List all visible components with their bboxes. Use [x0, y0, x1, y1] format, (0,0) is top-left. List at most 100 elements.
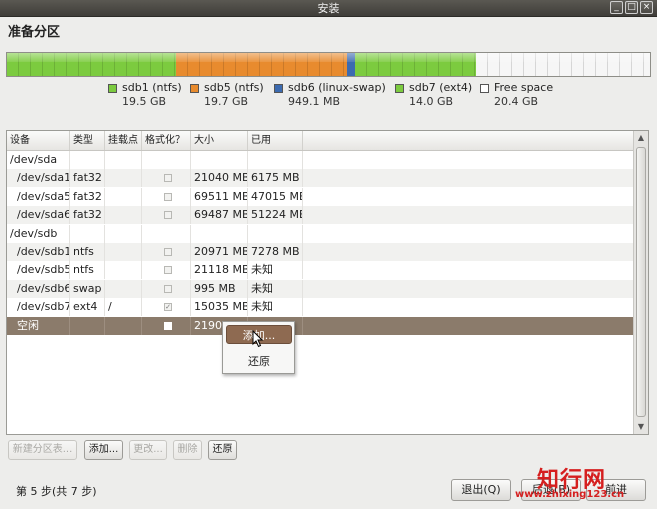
table-row[interactable]: /dev/sdb5 ntfs 21118 MB 未知 — [7, 261, 633, 280]
window-title: 安装 — [317, 2, 340, 15]
cell-used: 未知 — [248, 298, 303, 317]
table-row[interactable]: /dev/sdb1 ntfs 20971 MB 7278 MB — [7, 243, 633, 261]
scroll-up-icon[interactable]: ▲ — [634, 131, 648, 145]
cell-type — [70, 316, 105, 335]
cell-device: /dev/sdb5 — [7, 261, 70, 280]
cell-mount — [105, 151, 142, 169]
table-row[interactable]: /dev/sda6 fat32 69487 MB 51224 MB — [7, 206, 633, 225]
cell-mount: / — [105, 298, 142, 317]
cell-size: 15035 MB — [191, 298, 248, 317]
cell-device: /dev/sda5 — [7, 187, 70, 206]
close-icon[interactable]: × — [640, 1, 653, 14]
new-partition-table-button[interactable]: 新建分区表... — [8, 440, 77, 460]
table-row[interactable]: 空闲 21903 — [7, 316, 633, 335]
format-checkbox[interactable] — [164, 192, 172, 201]
legend-label: Free space — [494, 81, 554, 94]
cell-size — [191, 224, 248, 243]
cell-mount — [105, 243, 142, 261]
mouse-pointer-icon — [252, 330, 264, 348]
cell-used — [248, 224, 303, 243]
watermark: 知行网 www.zhixing123.cn — [515, 462, 657, 509]
window-titlebar[interactable]: 安装 _ □ × — [0, 0, 657, 17]
table-row[interactable]: /dev/sda1 fat32 21040 MB 6175 MB — [7, 169, 633, 188]
format-cell — [142, 261, 191, 280]
cell-device: /dev/sdb1 — [7, 243, 70, 261]
partition-segment-sdb6 — [346, 53, 356, 76]
cell-device: /dev/sdb — [7, 224, 70, 243]
cell-used: 未知 — [248, 261, 303, 280]
cell-type: ntfs — [70, 261, 105, 280]
step-indicator: 第 5 步(共 7 步) — [16, 485, 97, 498]
legend-size: 20.4 GB — [494, 95, 539, 108]
legend-size: 19.7 GB — [204, 95, 249, 108]
cell-used: 未知 — [248, 279, 303, 298]
scroll-down-icon[interactable]: ▼ — [634, 420, 648, 434]
revert-button[interactable]: 还原 — [208, 440, 237, 460]
format-checkbox[interactable] — [164, 248, 172, 256]
cell-type: fat32 — [70, 169, 105, 188]
format-checkbox[interactable]: ✓ — [164, 303, 172, 312]
context-menu-revert[interactable]: 还原 — [226, 352, 292, 371]
table-row[interactable]: /dev/sdb — [7, 224, 633, 243]
legend-label: sdb7 (ext4) — [409, 81, 473, 94]
partition-segment-sdb5 — [176, 53, 348, 76]
quit-button[interactable]: 退出(Q) — [451, 479, 511, 501]
cell-type: swap — [70, 279, 105, 298]
cell-mount — [105, 279, 142, 298]
cell-device: /dev/sda — [7, 151, 70, 169]
table-row[interactable]: /dev/sda — [7, 151, 633, 169]
legend-swatch — [108, 84, 117, 93]
delete-partition-button[interactable]: 删除 — [173, 440, 202, 460]
window-controls: _ □ × — [610, 1, 653, 14]
cell-device: /dev/sda1 — [7, 169, 70, 188]
cell-size: 21118 MB — [191, 261, 248, 280]
cell-mount — [105, 169, 142, 188]
cell-used: 7278 MB — [248, 243, 303, 261]
table-row[interactable]: /dev/sdb6 swap 995 MB 未知 — [7, 279, 633, 298]
cell-type: ntfs — [70, 243, 105, 261]
cell-size: 69487 MB — [191, 206, 248, 225]
cell-mount — [105, 206, 142, 225]
partition-bar — [6, 52, 651, 77]
format-checkbox[interactable] — [164, 211, 172, 220]
add-partition-button[interactable]: 添加... — [84, 440, 123, 460]
cell-device: /dev/sdb7 — [7, 298, 70, 317]
minimize-icon[interactable]: _ — [610, 1, 623, 14]
partition-segment-sdb1 — [7, 53, 177, 76]
cell-mount — [105, 316, 142, 335]
cell-used: 6175 MB — [248, 169, 303, 188]
table-row[interactable]: /dev/sda5 fat32 69511 MB 47015 MB — [7, 187, 633, 206]
cell-used — [248, 151, 303, 169]
column-header-mount[interactable]: 挂载点 — [105, 131, 142, 150]
column-header-device[interactable]: 设备 — [7, 131, 70, 150]
watermark-url: www.zhixing123.cn — [515, 489, 625, 500]
cell-size: 69511 MB — [191, 187, 248, 206]
format-cell — [142, 279, 191, 298]
legend-label: sdb5 (ntfs) — [204, 81, 264, 94]
partition-legend: sdb1 (ntfs) 19.5 GB sdb5 (ntfs) 19.7 GB sdb6… — [0, 81, 657, 111]
table-header: 设备 类型 挂载点 格式化？ 大小 已用 — [7, 131, 633, 151]
column-header-format[interactable]: 格式化？ — [142, 131, 191, 150]
cell-size: 21040 MB — [191, 169, 248, 188]
format-cell — [142, 169, 191, 188]
legend-size: 14.0 GB — [409, 95, 454, 108]
format-checkbox[interactable] — [164, 266, 172, 275]
column-header-type[interactable]: 类型 — [70, 131, 105, 150]
maximize-icon[interactable]: □ — [625, 1, 638, 14]
cell-type — [70, 224, 105, 243]
format-checkbox[interactable] — [164, 174, 172, 183]
cell-size: 20971 MB — [191, 243, 248, 261]
column-header-size[interactable]: 大小 — [191, 131, 248, 150]
cell-mount — [105, 261, 142, 280]
change-partition-button[interactable]: 更改... — [129, 440, 167, 460]
cell-used: 47015 MB — [248, 187, 303, 206]
column-header-used[interactable]: 已用 — [248, 131, 303, 150]
format-cell — [142, 316, 191, 335]
vertical-scrollbar[interactable]: ▲ ▼ — [633, 131, 648, 434]
scrollbar-thumb[interactable] — [636, 147, 646, 417]
cell-type: fat32 — [70, 187, 105, 206]
format-checkbox[interactable] — [164, 321, 172, 330]
partition-table[interactable]: 设备 类型 挂载点 格式化？ 大小 已用 /dev/sda /dev/sda1 f… — [6, 130, 649, 435]
table-row[interactable]: /dev/sdb7 ext4/ ✓ 15035 MB 未知 — [7, 298, 633, 317]
format-checkbox[interactable] — [164, 284, 172, 293]
